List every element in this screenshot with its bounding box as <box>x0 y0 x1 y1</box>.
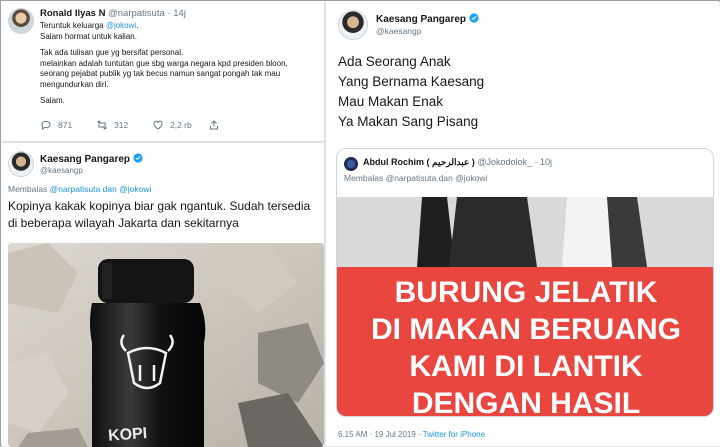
text: . <box>136 21 139 30</box>
author-handle[interactable]: @kaesangp <box>40 166 83 175</box>
tweet-line-1: Teruntuk keluarga @jokowi. Salam hormat u… <box>40 21 310 42</box>
mention-link[interactable]: @narpatisuta dan @jokowi <box>50 184 152 194</box>
text: Salam hormat untuk kalian. <box>40 31 137 41</box>
text: Membalas <box>8 184 50 194</box>
tweet-actions: 871 312 2,2 rb <box>40 119 264 131</box>
row-divider <box>1 141 324 142</box>
tweet-body: Teruntuk keluarga @jokowi. Salam hormat u… <box>40 21 310 113</box>
banner-image: BURUNG JELATIK DI MAKAN BERUANG KAMI DI … <box>337 197 713 417</box>
quoted-handle: @Jokodolok_ · 10j <box>477 157 552 167</box>
heart-icon <box>153 120 163 130</box>
banner-line: KAMI DI LANTIK <box>409 350 643 383</box>
author-name[interactable]: Kaesang Pangarep <box>40 153 143 165</box>
author-name-text: Kaesang Pangarep <box>376 14 467 25</box>
quoted-avatar[interactable] <box>344 157 358 171</box>
verified-badge-icon <box>133 153 143 163</box>
tweet-text: Kopinya kakak kopinya biar gak ngantuk. … <box>8 199 311 230</box>
poem-line: Yang Bernama Kaesang <box>338 74 485 89</box>
author-name[interactable]: Ronald Ilyas N <box>40 8 105 19</box>
tweet-kaesang-coffee[interactable]: Kaesang Pangarep @kaesangp Membalas @nar… <box>2 142 324 447</box>
reply-icon <box>41 120 51 130</box>
bottle-label-text: KOPI <box>108 425 148 445</box>
avatar[interactable] <box>338 10 368 40</box>
poem-line: Ada Seorang Anak <box>338 54 451 69</box>
reply-count: 871 <box>58 120 73 130</box>
poem-line: Mau Makan Enak <box>338 94 444 109</box>
author-handle[interactable]: @narpatisuta · 14j <box>108 8 186 19</box>
tweet-text: Ada Seorang Anak Yang Bernama Kaesang Ma… <box>338 52 484 132</box>
banner-line: BURUNG JELATIK <box>395 276 658 309</box>
like-button[interactable]: 2,2 rb <box>152 119 208 131</box>
tweet-photo[interactable]: KOPI <box>8 243 324 447</box>
mention-link[interactable]: @jokowi <box>106 21 136 30</box>
retweet-button[interactable]: 312 <box>96 119 152 131</box>
source-link[interactable]: Twitter for iPhone <box>423 430 485 439</box>
poem-line: Ya Makan Sang Pisang <box>338 114 479 129</box>
reply-button[interactable]: 871 <box>40 119 96 131</box>
retweet-icon <box>97 120 107 130</box>
tweet-timestamp: 6.15 AM · 19 Jul 2019 · Twitter for iPho… <box>338 430 485 439</box>
like-count: 2,2 rb <box>170 120 192 130</box>
author-name-text: Kaesang Pangarep <box>40 154 131 165</box>
tweet-author[interactable]: Ronald Ilyas N @narpatisuta · 14j <box>40 8 186 19</box>
author-name[interactable]: Kaesang Pangarep <box>376 13 479 25</box>
quoted-author[interactable]: Abdul Rochim ( عبدالرحيم ) @Jokodolok_ ·… <box>363 157 552 168</box>
text: Teruntuk keluarga <box>40 21 106 30</box>
avatar[interactable] <box>8 8 34 34</box>
banner-line: DI MAKAN BERUANG <box>371 313 681 346</box>
tweet-paragraph: Salam. <box>40 96 65 105</box>
quoted-author-name: Abdul Rochim ( عبدالرحيم ) <box>363 157 475 167</box>
reply-context: Membalas @narpatisuta dan @jokowi <box>8 184 151 194</box>
author-handle[interactable]: @kaesangp <box>376 26 422 36</box>
screenshot-collage: Ronald Ilyas N @narpatisuta · 14j Terunt… <box>0 0 720 447</box>
tweet-kaesang-poem[interactable]: Kaesang Pangarep @kaesangp Ada Seorang A… <box>325 2 720 446</box>
coffee-bottle-photo: KOPI <box>8 243 324 447</box>
share-button[interactable] <box>208 119 264 131</box>
avatar[interactable] <box>8 151 34 177</box>
timestamp-text: 6.15 AM · 19 Jul 2019 · <box>338 430 423 439</box>
tweet-ronald[interactable]: Ronald Ilyas N @narpatisuta · 14j Terunt… <box>2 2 324 141</box>
retweet-count: 312 <box>114 120 129 130</box>
quoted-image[interactable]: BURUNG JELATIK DI MAKAN BERUANG KAMI DI … <box>337 197 713 417</box>
tweet-paragraph: Tak ada tulisan gue yg bersifat personal… <box>40 48 288 89</box>
verified-badge-icon <box>469 13 479 23</box>
banner-line: DENGAN HASIL <box>412 387 640 417</box>
share-icon <box>210 120 218 130</box>
quoted-tweet[interactable]: Abdul Rochim ( عبدالرحيم ) @Jokodolok_ ·… <box>336 148 714 417</box>
quoted-reply-context: Membalas @narpatisuta dan @jokowi <box>344 173 488 183</box>
column-divider <box>324 1 325 447</box>
